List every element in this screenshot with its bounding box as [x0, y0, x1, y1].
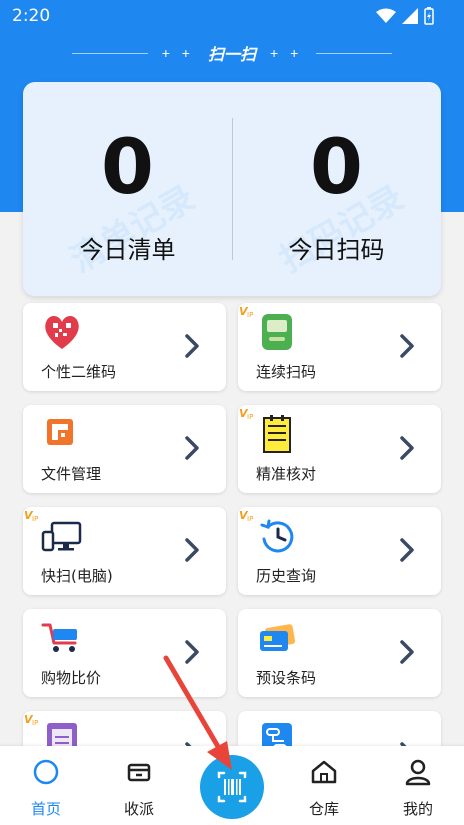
chevron-right-icon — [400, 436, 414, 460]
history-clock-icon — [260, 519, 294, 553]
title-sparkle-left: + + — [161, 45, 194, 61]
nav-warehouse[interactable]: 仓库 — [284, 746, 364, 825]
status-bar: 2:20 — [0, 0, 464, 32]
chevron-right-icon — [185, 538, 199, 562]
summary-card: 清单记录 0 今日清单 扫码记录 0 今日扫码 — [23, 82, 441, 296]
tile-label: 预设条码 — [256, 669, 317, 687]
svg-text:IP: IP — [32, 719, 38, 727]
shopping-cart-icon — [41, 623, 77, 652]
svg-text:IP: IP — [247, 311, 253, 319]
warehouse-icon — [311, 760, 337, 784]
heart-qr-icon — [45, 316, 79, 349]
vip-badge-icon: V IP — [239, 509, 253, 523]
page-title: 扫一扫 — [207, 45, 256, 64]
today-list-count: 0 — [101, 122, 154, 211]
user-icon — [405, 759, 431, 786]
chevron-right-icon — [400, 334, 414, 358]
folder-icon — [47, 419, 73, 445]
title-divider-left — [71, 52, 148, 54]
nav-mine[interactable]: 我的 — [378, 746, 458, 825]
today-scan-label: 今日扫码 — [288, 236, 385, 264]
tile-price-compare[interactable]: 购物比价 — [23, 609, 226, 697]
nav-home-label: 首页 — [30, 800, 61, 818]
nav-dispatch-label: 收派 — [123, 800, 154, 818]
tile-label: 历史查询 — [256, 567, 317, 585]
tile-custom-qr[interactable]: 个性二维码 — [23, 303, 226, 391]
tile-label: 个性二维码 — [41, 363, 117, 381]
box-icon — [127, 763, 151, 782]
vip-badge-icon: V IP — [239, 407, 253, 421]
today-list-panel[interactable]: 清单记录 0 今日清单 — [23, 82, 232, 296]
header-title-row: + + 扫一扫 + + — [0, 38, 464, 68]
computer-icon — [41, 521, 82, 552]
tile-quick-scan-pc[interactable]: V IP 快扫(电脑) — [23, 507, 226, 595]
nav-home[interactable]: 首页 — [6, 746, 86, 825]
tile-precise-check[interactable]: V IP 精准核对 — [238, 405, 441, 493]
tile-label: 快扫(电脑) — [41, 567, 113, 585]
signal-icon — [402, 8, 418, 24]
chevron-right-icon — [185, 436, 199, 460]
wifi-icon — [376, 8, 396, 23]
nav-warehouse-label: 仓库 — [308, 800, 339, 818]
green-scanner-icon — [262, 314, 292, 350]
tile-label: 精准核对 — [256, 465, 317, 483]
tile-history-query[interactable]: V IP 历史查询 — [238, 507, 441, 595]
status-time: 2:20 — [12, 6, 51, 26]
chevron-right-icon — [400, 538, 414, 562]
svg-text:IP: IP — [247, 413, 253, 421]
tile-label: 连续扫码 — [256, 363, 317, 381]
vip-badge-icon: V IP — [239, 305, 253, 319]
chevron-right-icon — [185, 334, 199, 358]
today-scan-count: 0 — [310, 122, 363, 211]
barcode-scan-icon — [217, 771, 247, 803]
card-icon — [260, 624, 296, 651]
nav-dispatch[interactable]: 收派 — [99, 746, 179, 825]
vip-badge-icon: V IP — [24, 509, 38, 523]
tile-label: 购物比价 — [41, 669, 102, 687]
vip-badge-icon: V IP — [24, 713, 38, 727]
tile-continuous-scan[interactable]: V IP 连续扫码 — [238, 303, 441, 391]
chevron-right-icon — [185, 640, 199, 664]
title-divider-right — [316, 52, 393, 54]
today-scan-panel[interactable]: 扫码记录 0 今日扫码 — [232, 82, 441, 296]
chevron-right-icon — [400, 640, 414, 664]
status-icons — [376, 7, 434, 25]
today-list-label: 今日清单 — [79, 236, 176, 264]
tile-label: 文件管理 — [41, 465, 102, 483]
home-circle-icon — [33, 759, 59, 785]
notepad-icon — [263, 415, 291, 453]
tile-preset-barcode[interactable]: 预设条码 — [238, 609, 441, 697]
svg-text:IP: IP — [32, 515, 38, 523]
title-sparkle-right: + + — [270, 45, 303, 61]
svg-text:IP: IP — [247, 515, 253, 523]
scan-button[interactable] — [200, 755, 264, 819]
tile-file-management[interactable]: 文件管理 — [23, 405, 226, 493]
nav-mine-label: 我的 — [402, 800, 433, 818]
battery-icon — [424, 7, 434, 25]
